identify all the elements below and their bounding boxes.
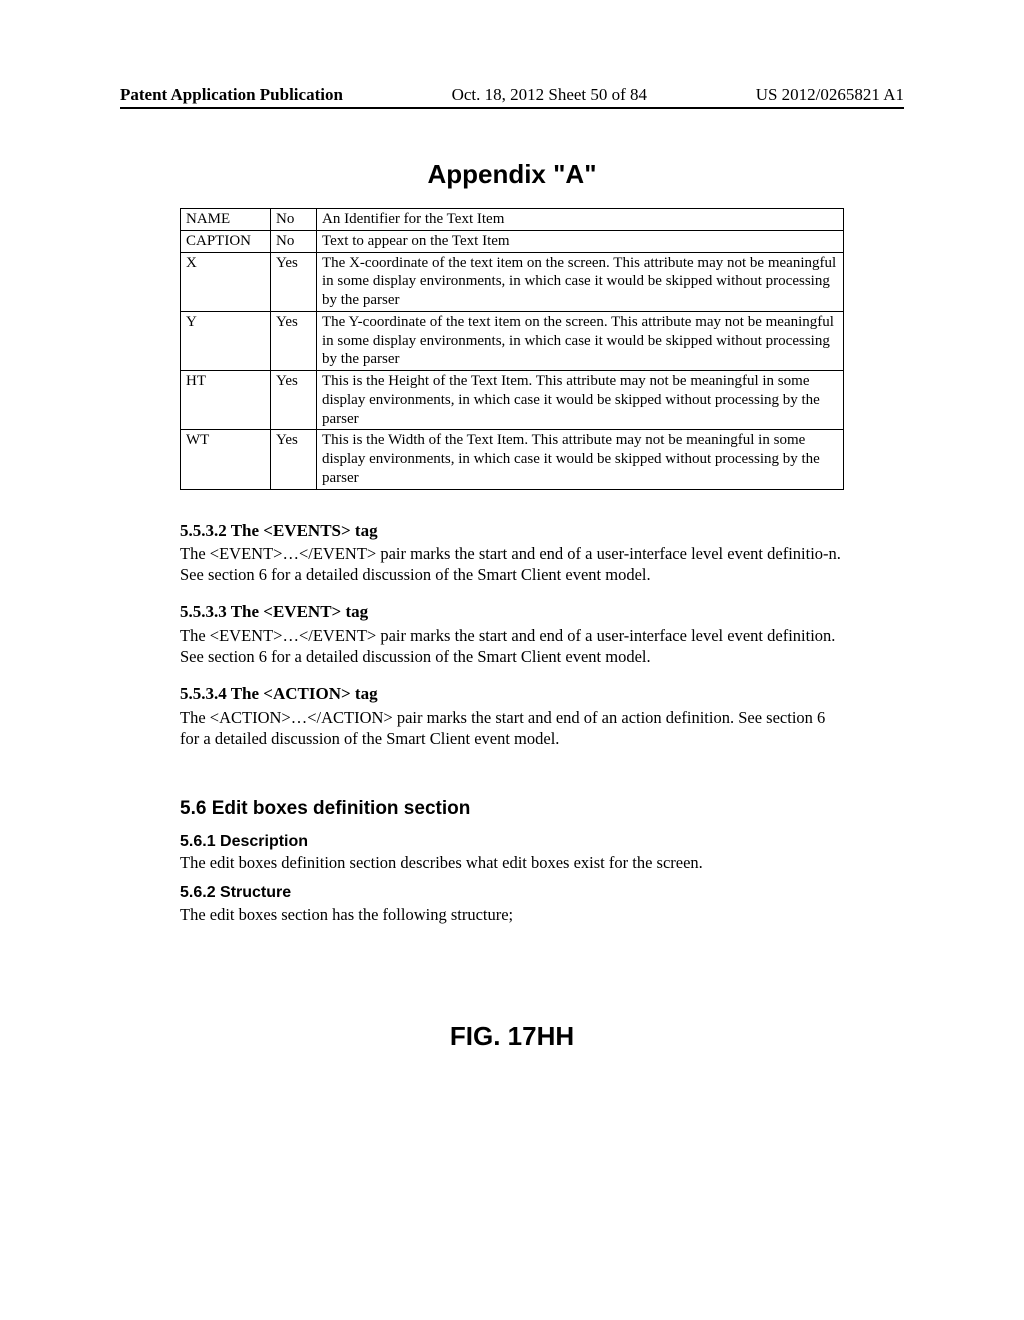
document-body: 5.5.3.2 The <EVENTS> tag The <EVENT>…</E… bbox=[180, 520, 844, 1054]
attr-optional: Yes bbox=[271, 371, 317, 430]
section-heading-structure: 5.6.2 Structure bbox=[180, 883, 844, 903]
attr-name: WT bbox=[181, 430, 271, 489]
section-heading-action-tag: 5.5.3.4 The <ACTION> tag bbox=[180, 683, 844, 705]
attr-description: Text to appear on the Text Item bbox=[317, 230, 844, 252]
section-heading-event-tag: 5.5.3.3 The <EVENT> tag bbox=[180, 601, 844, 623]
attr-name: X bbox=[181, 252, 271, 311]
attributes-table: NAME No An Identifier for the Text Item … bbox=[180, 208, 844, 490]
table-row: X Yes The X-coordinate of the text item … bbox=[181, 252, 844, 311]
page-header: Patent Application Publication Oct. 18, … bbox=[120, 85, 904, 109]
attr-description: The Y-coordinate of the text item on the… bbox=[317, 311, 844, 370]
attr-name: NAME bbox=[181, 209, 271, 231]
section-body: The <EVENT>…</EVENT> pair marks the star… bbox=[180, 543, 844, 585]
appendix-title: Appendix "A" bbox=[120, 159, 904, 190]
section-body: The edit boxes section has the following… bbox=[180, 904, 844, 925]
attr-description: The X-coordinate of the text item on the… bbox=[317, 252, 844, 311]
attr-description: An Identifier for the Text Item bbox=[317, 209, 844, 231]
attr-name: CAPTION bbox=[181, 230, 271, 252]
table-row: CAPTION No Text to appear on the Text It… bbox=[181, 230, 844, 252]
attr-optional: Yes bbox=[271, 430, 317, 489]
header-publication-label: Patent Application Publication bbox=[120, 85, 343, 105]
header-date-sheet: Oct. 18, 2012 Sheet 50 of 84 bbox=[452, 85, 647, 105]
section-heading-events-tag: 5.5.3.2 The <EVENTS> tag bbox=[180, 520, 844, 542]
attr-optional: Yes bbox=[271, 252, 317, 311]
header-document-number: US 2012/0265821 A1 bbox=[756, 85, 904, 105]
table-row: NAME No An Identifier for the Text Item bbox=[181, 209, 844, 231]
section-body: The <ACTION>…</ACTION> pair marks the st… bbox=[180, 707, 844, 749]
table-row: Y Yes The Y-coordinate of the text item … bbox=[181, 311, 844, 370]
attr-optional: No bbox=[271, 209, 317, 231]
table-row: HT Yes This is the Height of the Text It… bbox=[181, 371, 844, 430]
page-container: Patent Application Publication Oct. 18, … bbox=[0, 0, 1024, 1053]
section-heading-edit-boxes: 5.6 Edit boxes definition section bbox=[180, 797, 844, 821]
attr-description: This is the Width of the Text Item. This… bbox=[317, 430, 844, 489]
attr-optional: Yes bbox=[271, 311, 317, 370]
section-heading-description: 5.6.1 Description bbox=[180, 832, 844, 852]
attr-name: HT bbox=[181, 371, 271, 430]
section-body: The <EVENT>…</EVENT> pair marks the star… bbox=[180, 625, 844, 667]
table-row: WT Yes This is the Width of the Text Ite… bbox=[181, 430, 844, 489]
attr-name: Y bbox=[181, 311, 271, 370]
section-body: The edit boxes definition section descri… bbox=[180, 852, 844, 873]
figure-label: FIG. 17HH bbox=[180, 1020, 844, 1053]
attr-description: This is the Height of the Text Item. Thi… bbox=[317, 371, 844, 430]
attr-optional: No bbox=[271, 230, 317, 252]
